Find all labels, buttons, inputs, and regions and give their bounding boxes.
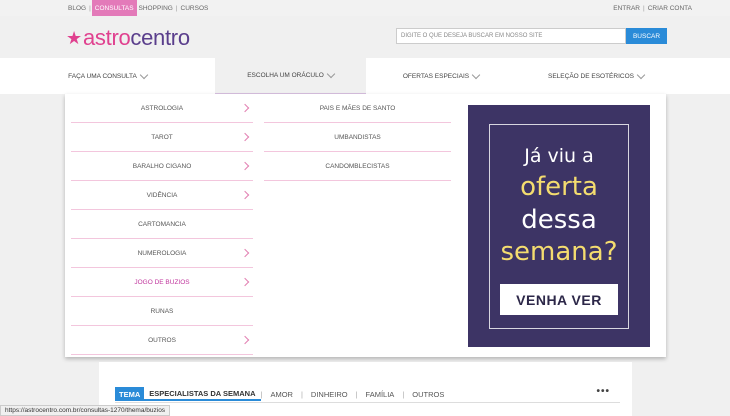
chevron-down-icon (471, 70, 481, 79)
oracle-item-outros[interactable]: OUTROS (71, 326, 253, 355)
banner-line: Já viu a (524, 145, 594, 167)
chevron-right-icon (240, 190, 250, 200)
oracle-item-label: VIDÊNCIA (146, 191, 178, 199)
oracle-item-label: JOGO DE BUZIOS (134, 278, 190, 286)
chevron-down-icon (139, 70, 149, 79)
chevron-right-icon (240, 248, 250, 258)
tab-outros[interactable]: OUTROS (404, 390, 452, 399)
chevron-right-icon (240, 103, 250, 113)
star-icon: ★ (66, 27, 83, 48)
nav-selecao-esotericos[interactable]: SELEÇÃO DE ESOTÉRICOS (516, 58, 676, 94)
banner-line: semana? (500, 237, 618, 267)
venha-ver-button[interactable]: VENHA VER (500, 284, 618, 315)
nav-label: ESCOLHA UM ORÁCULO (247, 72, 324, 79)
oracle-item-vid-ncia[interactable]: VIDÊNCIA (71, 181, 253, 210)
oracle-item-label: TAROT (151, 133, 173, 141)
oracle-subitem-1[interactable]: UMBANDISTAS (264, 123, 451, 152)
top-links: BLOG | CONSULTAS SHOPPING | CURSOS (66, 0, 210, 16)
nav-label: FAÇA UMA CONSULTA (68, 72, 137, 80)
nav-ofertas-especiais[interactable]: OFERTAS ESPECIAIS (366, 58, 516, 94)
oracle-item-numerologia[interactable]: NUMEROLOGIA (71, 239, 253, 268)
main-nav: FAÇA UMA CONSULTA ESCOLHA UM ORÁCULO OFE… (0, 58, 730, 94)
signup-link[interactable]: CRIAR CONTA (648, 5, 692, 12)
banner-line: dessa (521, 205, 597, 235)
oracle-item-jogo-de-buzios[interactable]: JOGO DE BUZIOS (71, 268, 253, 297)
oracle-sublist: PAIS E MÃES DE SANTO UMBANDISTAS CANDOMBLE… (264, 94, 451, 181)
tab-familia[interactable]: FAMÍLIA (358, 390, 403, 399)
nav-faca-consulta[interactable]: FAÇA UMA CONSULTA (0, 58, 215, 94)
oracle-item-label: NUMEROLOGIA (137, 249, 187, 257)
tab-tema[interactable]: TEMA (115, 387, 145, 401)
nav-label: OFERTAS ESPECIAIS (402, 72, 470, 80)
account-links: ENTRAR | CRIAR CONTA (613, 0, 692, 16)
top-link-blog[interactable]: BLOG (66, 5, 88, 12)
nav-label: SELEÇÃO DE ESOTÉRICOS (548, 72, 634, 80)
tab-dinheiro[interactable]: DINHEIRO (303, 390, 356, 399)
header: ★ astrocentro DIGITE O QUE DESEJA BUSCAR… (0, 16, 730, 58)
chevron-right-icon (240, 277, 250, 287)
oracle-item-label: ASTROLOGIA (140, 104, 184, 112)
oracle-item-cartomancia[interactable]: CARTOMANCIA (71, 210, 253, 239)
tab-amor[interactable]: AMOR (262, 390, 301, 399)
oracle-item-tarot[interactable]: TAROT (71, 123, 253, 152)
oracle-item-astrologia[interactable]: ASTROLOGIA (71, 94, 253, 123)
chevron-right-icon (240, 132, 250, 142)
oracle-subitem-2[interactable]: CANDOMBLECISTAS (264, 152, 451, 181)
oracle-item-label: BARALHO CIGANO (132, 162, 192, 170)
tab-especialistas[interactable]: ESPECIALISTAS DA SEMANA (144, 387, 261, 401)
top-bar: BLOG | CONSULTAS SHOPPING | CURSOS ENTRA… (0, 0, 730, 16)
oracle-item-baralho-cigano[interactable]: BARALHO CIGANO (71, 152, 253, 181)
login-link[interactable]: ENTRAR (613, 5, 640, 12)
top-link-consultas[interactable]: CONSULTAS (91, 0, 137, 16)
logo[interactable]: ★ astrocentro (66, 25, 190, 51)
separator: | (642, 4, 645, 12)
tabs-divider (115, 402, 620, 403)
specialists-section: TEMA ESPECIALISTAS DA SEMANA | AMOR | DI… (99, 362, 632, 416)
top-link-shopping[interactable]: SHOPPING (137, 5, 175, 12)
theme-tabs: TEMA ESPECIALISTAS DA SEMANA | AMOR | DI… (115, 387, 452, 401)
oracle-item-runas[interactable]: RUNAS (71, 297, 253, 326)
oracle-item-label: CARTOMANCIA (138, 220, 186, 228)
banner-line: oferta (520, 172, 598, 202)
search-input[interactable]: DIGITE O QUE DESEJA BUSCAR EM NOSSO SITE (396, 28, 626, 44)
chevron-right-icon (240, 335, 250, 345)
nav-escolha-oraculo[interactable]: ESCOLHA UM ORÁCULO (215, 58, 366, 94)
more-options-icon[interactable]: ••• (596, 386, 610, 397)
oracle-item-label: OUTROS (148, 336, 176, 344)
top-link-cursos[interactable]: CURSOS (179, 5, 211, 12)
chevron-down-icon (636, 70, 646, 79)
oracle-dropdown-menu: ASTROLOGIA TAROT BARALHO CIGANO VIDÊNCIA CAR… (65, 94, 666, 357)
oracle-item-label: RUNAS (150, 307, 174, 315)
oracle-subitem-0[interactable]: PAIS E MÃES DE SANTO (264, 94, 451, 123)
logo-text: astrocentro (83, 25, 190, 50)
oracle-list: ASTROLOGIA TAROT BARALHO CIGANO VIDÊNCIA CAR… (71, 94, 253, 355)
browser-status-url: https://astrocentro.com.br/consultas-127… (0, 405, 171, 416)
chevron-down-icon (326, 69, 336, 79)
chevron-right-icon (240, 161, 250, 171)
promo-banner[interactable]: Já viu a oferta dessa semana? VENHA VER (468, 105, 650, 347)
search-button[interactable]: BUSCAR (626, 28, 667, 44)
